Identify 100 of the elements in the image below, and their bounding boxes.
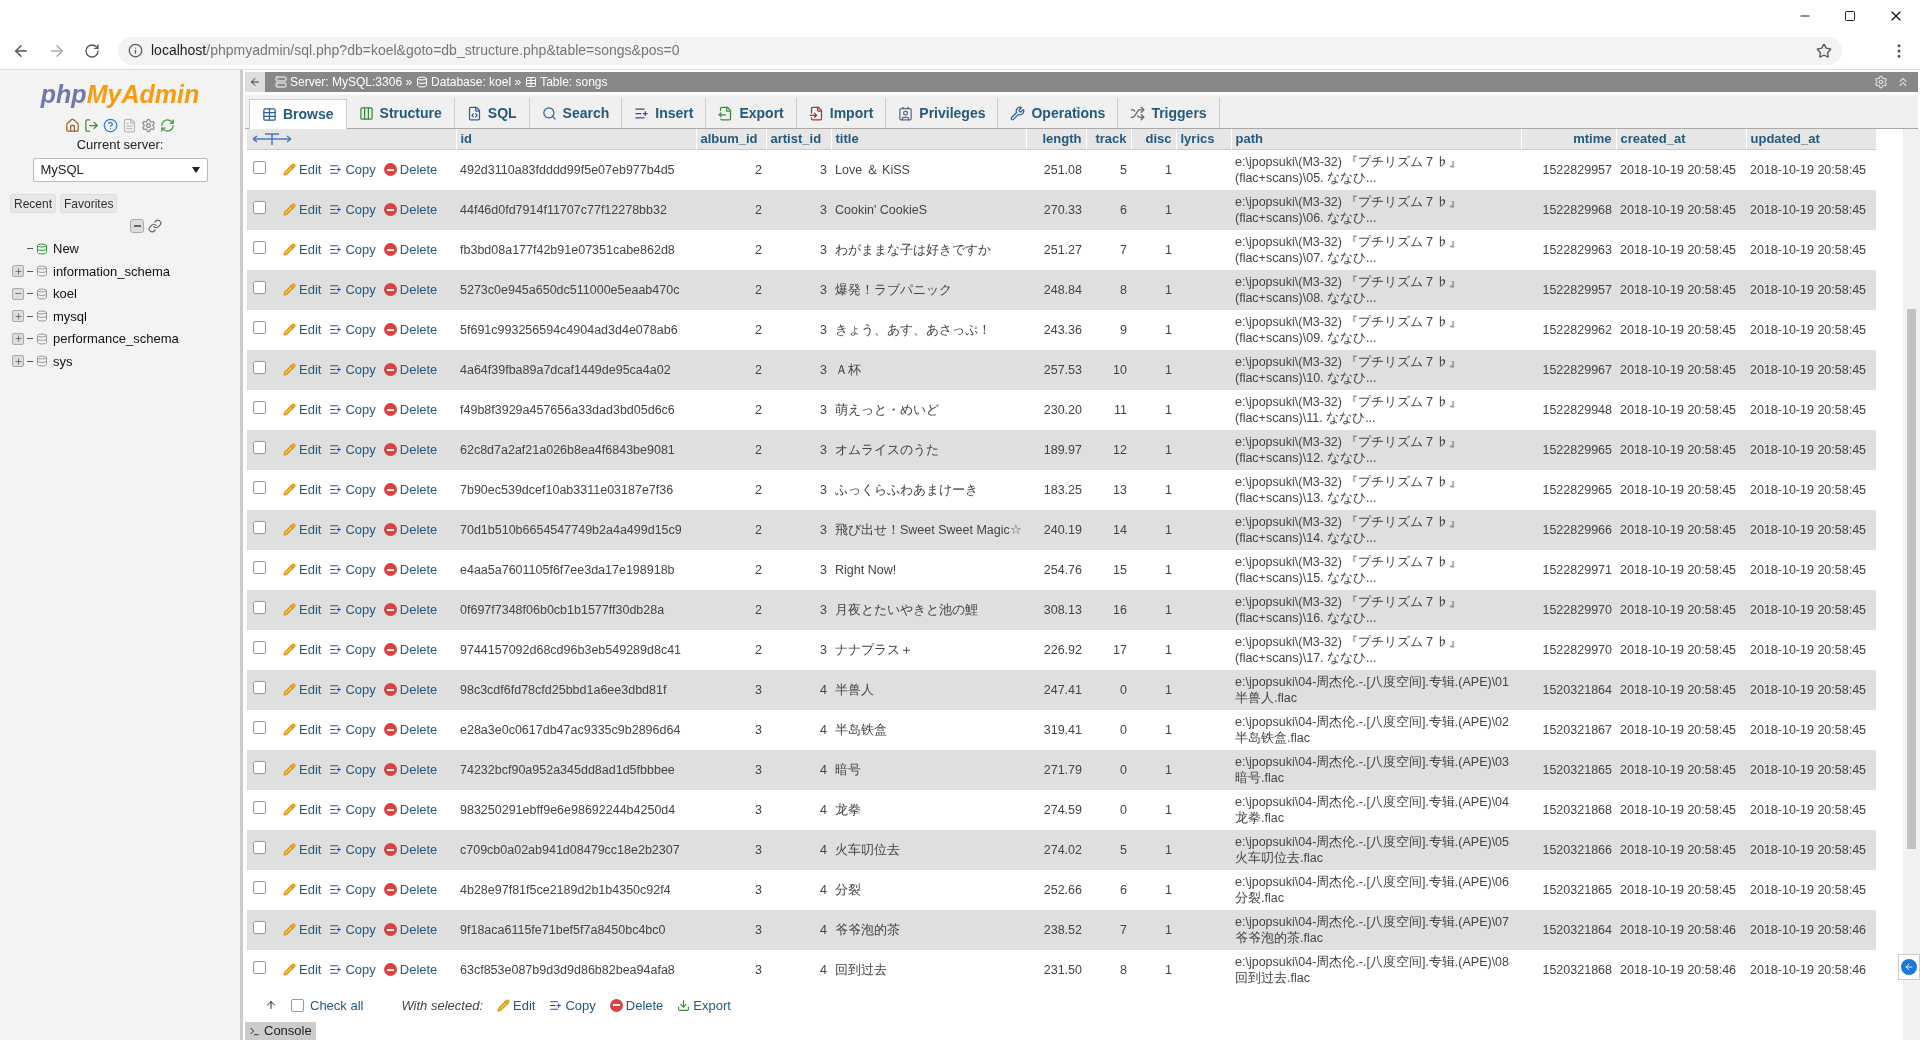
home-icon[interactable]	[65, 117, 80, 133]
copy-link[interactable]: Copy	[329, 559, 376, 580]
copy-link[interactable]: Copy	[329, 319, 376, 340]
edit-link[interactable]: Edit	[283, 719, 322, 740]
checkbox[interactable]	[253, 960, 266, 974]
checkbox[interactable]	[253, 240, 266, 254]
checkbox[interactable]	[253, 400, 266, 414]
checkbox[interactable]	[253, 520, 266, 534]
sidebar-tab-button[interactable]: Recent	[10, 194, 57, 213]
copy-link[interactable]: Copy	[329, 599, 376, 620]
database-link[interactable]: sys	[53, 351, 73, 371]
database-link[interactable]: mysql	[53, 306, 87, 326]
copy-link[interactable]: Copy	[329, 439, 376, 460]
edit-link[interactable]: Edit	[283, 479, 322, 500]
nav-tab[interactable]: Structure	[346, 98, 455, 128]
delete-link[interactable]: Delete	[383, 439, 438, 460]
edit-link[interactable]: Edit	[283, 839, 322, 860]
copy-link[interactable]: Copy	[329, 279, 376, 300]
copy-link[interactable]: Copy	[329, 199, 376, 220]
checkbox[interactable]	[253, 160, 266, 174]
copy-link[interactable]: Copy	[329, 719, 376, 740]
address-bar[interactable]: localhost/phpmyadmin/sql.php?db=koel&goto=db_structure.php&table=songs&pos=0	[118, 36, 1842, 65]
edit-link[interactable]: Edit	[283, 199, 322, 220]
copy-link[interactable]: Copy	[329, 479, 376, 500]
delete-link[interactable]: Delete	[383, 919, 438, 940]
checkbox[interactable]	[253, 720, 266, 734]
column-header[interactable]: track	[1095, 131, 1127, 146]
database-link[interactable]: New	[53, 239, 79, 259]
edit-link[interactable]: Edit	[283, 879, 322, 900]
column-header[interactable]: length	[1042, 131, 1082, 146]
checkbox[interactable]	[253, 800, 266, 814]
delete-link[interactable]: Delete	[383, 519, 438, 540]
edit-link[interactable]: Edit	[283, 959, 322, 980]
edit-link[interactable]: Edit	[283, 399, 322, 420]
database-link[interactable]: information_schema	[53, 261, 171, 281]
copy-link[interactable]: Copy	[329, 159, 376, 180]
column-header[interactable]: disc	[1145, 131, 1172, 146]
expand-icon[interactable]	[12, 332, 24, 345]
copy-link[interactable]: Copy	[329, 359, 376, 380]
dropdown-arrow-icon[interactable]	[191, 167, 200, 173]
delete-link[interactable]: Delete	[383, 319, 438, 340]
maximize-icon[interactable]	[1844, 10, 1856, 22]
delete-link[interactable]: Delete	[383, 839, 438, 860]
sidebar-tab-button[interactable]: Favorites	[60, 194, 118, 213]
column-header[interactable]: album_id	[700, 131, 758, 146]
nav-tab[interactable]: Triggers	[1118, 98, 1220, 128]
delete-link[interactable]: Delete	[383, 399, 438, 420]
edit-link[interactable]: Edit	[283, 759, 322, 780]
edit-link[interactable]: Edit	[283, 919, 322, 940]
delete-link[interactable]: Delete	[383, 479, 438, 500]
checkbox[interactable]	[253, 320, 266, 334]
column-header[interactable]: path	[1235, 131, 1263, 146]
edit-link[interactable]: Edit	[283, 239, 322, 260]
settings-icon[interactable]	[141, 117, 156, 133]
nav-tab[interactable]: SQL	[454, 98, 530, 128]
reload-icon[interactable]	[160, 117, 175, 133]
nav-tab[interactable]: Export	[706, 98, 797, 128]
copy-link[interactable]: Copy	[329, 679, 376, 700]
nav-tab[interactable]: Operations	[998, 98, 1119, 128]
edit-link[interactable]: Edit	[283, 319, 322, 340]
database-link[interactable]: performance_schema	[53, 329, 179, 349]
breadcrumb-link[interactable]: Table: songs	[525, 73, 608, 91]
delete-link[interactable]: Delete	[383, 199, 438, 220]
checkbox[interactable]	[253, 920, 266, 934]
nav-tab[interactable]: Insert	[622, 98, 707, 128]
delete-link[interactable]: Delete	[383, 279, 438, 300]
document-icon[interactable]	[122, 117, 137, 133]
breadcrumb-link[interactable]: Database: koel »	[416, 73, 522, 91]
copy-link[interactable]: Copy	[329, 399, 376, 420]
server-select[interactable]: MySQL	[32, 158, 208, 182]
check-all-label[interactable]: Check all	[310, 995, 364, 1015]
checkbox[interactable]	[253, 480, 266, 494]
column-header[interactable]: id	[460, 131, 473, 146]
edit-link[interactable]: Edit	[283, 679, 322, 700]
delete-link[interactable]: Delete	[609, 995, 664, 1015]
expand-icon[interactable]	[12, 265, 24, 278]
export-link[interactable]: Export	[677, 995, 731, 1015]
delete-link[interactable]: Delete	[383, 639, 438, 660]
console-tab[interactable]: Console	[245, 1022, 316, 1040]
bookmark-star-icon[interactable]	[1816, 42, 1832, 59]
checkbox[interactable]	[253, 880, 266, 894]
checkbox[interactable]	[253, 360, 266, 374]
checkbox[interactable]	[253, 200, 266, 214]
copy-link[interactable]: Copy	[329, 919, 376, 940]
checkbox[interactable]	[253, 680, 266, 694]
collapse-icon[interactable]	[1896, 75, 1910, 89]
expand-icon[interactable]	[12, 355, 24, 368]
edit-link[interactable]: Edit	[283, 799, 322, 820]
delete-link[interactable]: Delete	[383, 719, 438, 740]
help-icon[interactable]	[103, 117, 118, 133]
edit-link[interactable]: Edit	[283, 439, 322, 460]
nav-tab[interactable]: Privileges	[886, 98, 999, 128]
delete-link[interactable]: Delete	[383, 679, 438, 700]
nav-tab[interactable]: Search	[529, 98, 623, 128]
link-icon[interactable]	[148, 219, 162, 233]
column-header[interactable]: lyrics	[1180, 131, 1215, 146]
checkbox[interactable]	[253, 280, 266, 294]
checkbox[interactable]	[253, 440, 266, 454]
reload-icon[interactable]	[84, 42, 100, 59]
edit-link[interactable]: Edit	[283, 359, 322, 380]
